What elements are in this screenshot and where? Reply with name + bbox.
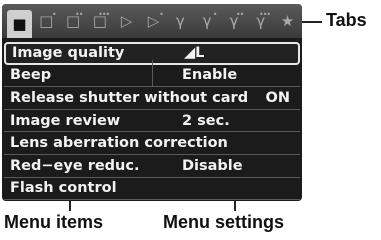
- tab-setup-1[interactable]: γ: [168, 9, 193, 33]
- menu-item-label: Lens aberration correction: [10, 135, 228, 152]
- tab-playback-2[interactable]: ▷ •: [141, 9, 166, 33]
- tab-playback-1[interactable]: ▷: [114, 9, 139, 33]
- menu-item-setting: Disable: [182, 157, 243, 174]
- menu-item-flash-control[interactable]: Flash control: [4, 178, 300, 201]
- menu-item-setting: Enable: [182, 67, 238, 84]
- menu-item-label: Image review: [10, 112, 121, 129]
- tab-shooting-4[interactable]: □ •••: [87, 9, 112, 33]
- menu-item-image-review[interactable]: Image review 2 sec.: [4, 110, 300, 133]
- menu-item-label: Release shutter without card: [10, 89, 249, 106]
- menu-items-callout-label: Menu items: [4, 212, 104, 232]
- wrench-icon: γ: [175, 12, 185, 30]
- menu-items-callout-line: [69, 201, 71, 211]
- menu-item-release-shutter[interactable]: Release shutter without card ON: [4, 87, 300, 110]
- tab-setup-4[interactable]: γ •••: [248, 9, 273, 33]
- column-divider: [152, 60, 153, 86]
- menu-item-setting: ON: [265, 89, 290, 106]
- tab-shooting-1[interactable]: ■: [7, 10, 32, 38]
- menu-item-setting: 2 sec.: [182, 112, 230, 129]
- tabs-callout-label: Tabs: [326, 10, 367, 30]
- menu-item-lens-aberration[interactable]: Lens aberration correction: [4, 132, 300, 155]
- tabs-callout-line: [302, 21, 322, 23]
- tab-my-menu[interactable]: ★: [275, 9, 300, 33]
- tab-shooting-3[interactable]: □ ••: [61, 9, 86, 33]
- tab-setup-2[interactable]: γ •: [195, 9, 220, 33]
- playback-icon: ▷: [147, 12, 160, 30]
- menu-settings-callout-label: Menu settings: [163, 212, 285, 232]
- star-icon: ★: [280, 12, 295, 30]
- menu-item-label: Beep: [10, 67, 52, 84]
- menu-item-setting: ◢L: [184, 45, 205, 62]
- camera-lcd-screen: ■ □ • □ •• □ ••• ▷ ▷ • γ γ • γ •• γ ••• ★ Image…: [2, 4, 302, 201]
- tab-bar: ■ □ • □ •• □ ••• ▷ ▷ • γ γ • γ •• γ ••• ★: [2, 4, 302, 38]
- tab-setup-3[interactable]: γ ••: [222, 9, 247, 33]
- tab-shooting-2[interactable]: □ •: [34, 9, 59, 33]
- camera-icon: ■: [12, 15, 27, 33]
- wrench-icon: γ: [202, 12, 212, 30]
- menu-item-label: Red−eye reduc.: [10, 157, 140, 174]
- menu-item-label: Flash control: [10, 180, 117, 197]
- playback-icon: ▷: [120, 12, 133, 30]
- menu-item-label: Image quality: [12, 45, 125, 62]
- menu-item-red-eye[interactable]: Red−eye reduc. Disable: [4, 155, 300, 178]
- menu-settings-callout-line: [234, 201, 236, 211]
